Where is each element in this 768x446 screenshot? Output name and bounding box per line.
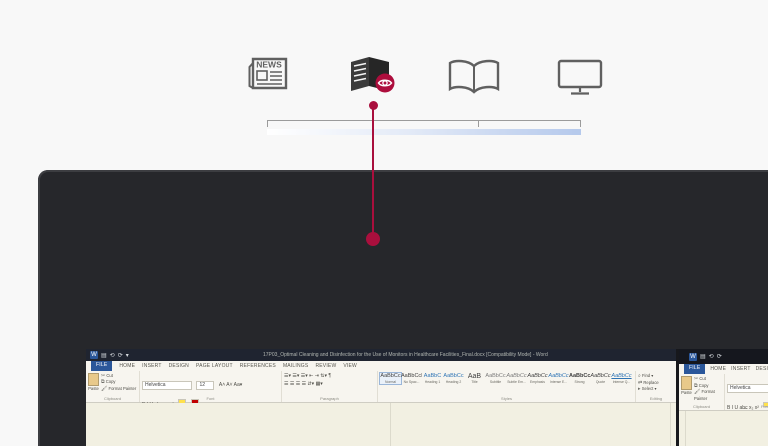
tab-file[interactable]: FILE — [684, 364, 705, 374]
connector-dot-top — [369, 101, 378, 110]
save-icon[interactable]: ▤ — [101, 352, 107, 359]
connector-dot-bottom — [366, 232, 380, 246]
style-quote[interactable]: AaBbCcQuote — [590, 373, 611, 384]
replace-button[interactable]: ⇄ Replace — [638, 380, 674, 387]
paste-icon[interactable] — [88, 373, 99, 386]
style-intense-emphasis[interactable]: AaBbCcIntense E... — [548, 373, 569, 384]
page-divider — [390, 403, 391, 446]
undo-icon[interactable]: ⟲ — [709, 353, 714, 360]
newspaper-icon: NEWS — [246, 53, 292, 93]
style-title[interactable]: AaBTitle — [464, 373, 485, 384]
redo-icon[interactable]: ⟳ — [717, 353, 722, 360]
document-canvas[interactable]: ANALYSIS TARGET MARKET LOREM IPSUM DOLOR… — [86, 403, 676, 446]
font-grow-shrink-buttons[interactable]: A˄ A˅ Aa▾ — [219, 382, 242, 388]
save-icon[interactable]: ▤ — [700, 353, 706, 360]
ribbon-tabs: FILE HOME INSERT DESIGN PAGE LAYOUT REFE… — [86, 361, 683, 371]
style-heading1[interactable]: AaBbCHeading 1 — [422, 373, 443, 384]
find-button[interactable]: ⌕ Find ▾ — [638, 373, 674, 380]
ribbon: Paste ✂ Cut ⧉ Copy 🖌 Format Painter Clip… — [86, 371, 678, 403]
tab-view[interactable]: VIEW — [343, 363, 357, 369]
open-book-icon — [447, 57, 501, 95]
style-strong[interactable]: AaBbCcStrong — [569, 373, 590, 384]
tab-design[interactable]: DESIGN — [169, 363, 189, 369]
styles-group-label: Styles — [378, 396, 635, 401]
paste-button[interactable]: Paste — [88, 386, 99, 392]
style-subtle-emphasis[interactable]: AaBbCcSubtle Em... — [506, 373, 527, 384]
tab-home[interactable]: HOME — [710, 366, 726, 372]
clipboard-group-right: Paste ✂ Cut ⧉ Copy 🖌 Format Painter Clip… — [679, 374, 725, 410]
qat-more-icon[interactable]: ▾ — [126, 352, 129, 359]
paragraph-row2-buttons[interactable]: ☰ ☰ ☰ ☰ ⇵▾ ▦▾ — [284, 381, 375, 387]
paste-button[interactable]: Paste — [681, 390, 692, 396]
style-heading2[interactable]: AaBbCcHeading 2 — [443, 373, 464, 384]
tab-home[interactable]: HOME — [119, 363, 135, 369]
monitor-icon — [556, 58, 604, 96]
style-normal[interactable]: AaBbCcNormal — [380, 373, 401, 384]
editing-group: ⌕ Find ▾ ⇄ Replace ▸ Select ▾ Editing — [636, 371, 676, 402]
tab-file[interactable]: FILE — [91, 361, 112, 371]
reading-eye-icon — [350, 55, 398, 95]
tab-insert[interactable]: INSERT — [142, 363, 161, 369]
font-name-combo[interactable]: Helvetica — [727, 384, 768, 393]
style-subtitle[interactable]: AaBbCcSubtitle — [485, 373, 506, 384]
font-group-right: Helvetica 12 B I U ab̶c x₂ x² Font — [725, 374, 768, 410]
font-size-combo[interactable]: 12 — [196, 381, 214, 390]
format-painter-button[interactable]: 🖌 Format Painter — [694, 389, 722, 401]
clipboard-group-label: Clipboard — [679, 404, 724, 409]
connector-line — [372, 105, 374, 239]
font-group-label: Font — [725, 404, 768, 409]
tab-mailings[interactable]: MAILINGS — [283, 363, 309, 369]
styles-group: AaBbCcNormal AaBbCcINo Spac... AaBbCHead… — [378, 371, 636, 402]
undo-icon[interactable]: ⟲ — [110, 352, 115, 359]
news-label: NEWS — [256, 60, 282, 70]
style-no-spacing[interactable]: AaBbCcINo Spac... — [401, 373, 422, 384]
slider-tick — [478, 120, 479, 127]
ribbon-right: Paste ✂ Cut ⧉ Copy 🖌 Format Painter Clip… — [679, 374, 768, 411]
slider-tick — [580, 120, 581, 127]
quick-access-toolbar[interactable]: W ▤ ⟲ ⟳ ▾ — [86, 351, 133, 359]
font-name-combo[interactable]: Helvetica — [142, 381, 192, 390]
tab-review[interactable]: REVIEW — [315, 363, 336, 369]
mode-slider-track[interactable] — [267, 120, 581, 121]
tab-design[interactable]: DESIGN — [756, 366, 768, 372]
font-group: Helvetica 12 A˄ A˅ Aa▾ B I U ab̶c x₂ x² … — [140, 371, 282, 402]
word-app-icon: W — [689, 353, 697, 361]
select-button[interactable]: ▸ Select ▾ — [638, 386, 674, 393]
style-intense-quote[interactable]: AaBbCcIntense Q... — [611, 373, 632, 384]
title-bar[interactable]: W ▤ ⟲ ⟳ ▾ 17P03_Optimal Cleaning and Dis… — [86, 349, 678, 361]
monitor-screen: W ▤ ⟲ ⟳ ▾ 17P03_Optimal Cleaning and Dis… — [86, 349, 768, 446]
document-canvas-right[interactable]: Optimal Cleaning and Disinfe 1. Abstract… — [679, 411, 768, 446]
document-title: 17P03_Optimal Cleaning and Disinfection … — [133, 352, 678, 358]
slider-tick — [267, 120, 268, 127]
editing-group-label: Editing — [636, 396, 676, 401]
format-painter-button[interactable]: 🖌 Format Painter — [101, 386, 136, 392]
page-edge — [670, 403, 671, 446]
word-app-icon: W — [90, 351, 98, 359]
tab-insert[interactable]: INSERT — [731, 366, 750, 372]
cut-button[interactable]: ✂ Cut — [694, 376, 722, 383]
clipboard-group-label: Clipboard — [86, 396, 139, 401]
mode-slider-fill — [267, 129, 581, 135]
marketing-banner: NEWS — [0, 0, 768, 446]
paragraph-row1-buttons[interactable]: ☰▾ ☰▾ ☰▾ ⇤ ⇥ ⇅▾ ¶ — [284, 373, 375, 379]
paste-icon[interactable] — [681, 376, 692, 390]
tab-page-layout[interactable]: PAGE LAYOUT — [196, 363, 233, 369]
paragraph-group: ☰▾ ☰▾ ☰▾ ⇤ ⇥ ⇅▾ ¶ ☰ ☰ ☰ ☰ ⇵▾ ▦▾ Paragrap… — [282, 371, 378, 402]
clipboard-group: Paste ✂ Cut ⧉ Copy 🖌 Format Painter Clip… — [86, 371, 140, 402]
paragraph-group-label: Paragraph — [282, 396, 377, 401]
tab-references[interactable]: REFERENCES — [240, 363, 276, 369]
page-edge — [685, 411, 686, 446]
title-bar-right[interactable]: W ▤ ⟲ ⟳ — [679, 349, 768, 364]
ribbon-tabs-right: FILE HOME INSERT DESIGN PAGE LAYOUT — [679, 364, 768, 374]
style-emphasis[interactable]: AaBbCcEmphasis — [527, 373, 548, 384]
font-group-label: Font — [140, 396, 281, 401]
monitor-bezel: W ▤ ⟲ ⟳ ▾ 17P03_Optimal Cleaning and Dis… — [38, 170, 768, 446]
redo-icon[interactable]: ⟳ — [118, 352, 123, 359]
